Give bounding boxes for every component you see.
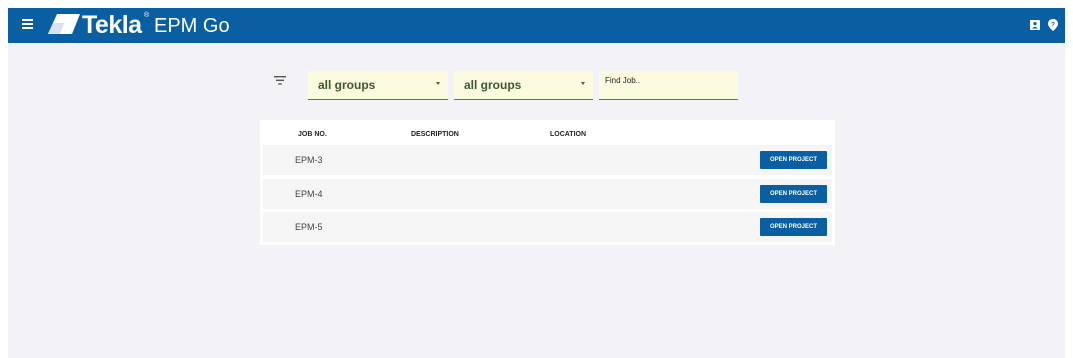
group-select-1[interactable]: all groups <box>308 71 448 100</box>
open-project-button[interactable]: OPEN PROJECT <box>760 151 827 169</box>
table-row: EPM-5 OPEN PROJECT <box>263 212 832 242</box>
group-select-2-value: all groups <box>464 78 522 92</box>
group-select-1-value: all groups <box>318 78 376 92</box>
top-app-bar: Tekla ® EPM Go ? <box>8 8 1065 43</box>
brand-name: Tekla <box>82 11 142 39</box>
job-number: EPM-3 <box>295 155 323 165</box>
chevron-down-icon <box>581 82 585 85</box>
column-header-location: LOCATION <box>550 131 587 138</box>
job-number: EPM-4 <box>295 189 323 199</box>
help-icon[interactable]: ? <box>1048 19 1058 31</box>
table-row: EPM-3 OPEN PROJECT <box>263 145 832 175</box>
job-number: EPM-5 <box>295 222 323 232</box>
find-job-input[interactable] <box>599 71 738 100</box>
column-header-description: DESCRIPTION <box>411 131 459 138</box>
column-header-job-no: JOB NO. <box>298 131 327 138</box>
open-project-button[interactable]: OPEN PROJECT <box>760 218 827 236</box>
group-select-2[interactable]: all groups <box>454 71 593 100</box>
open-project-button[interactable]: OPEN PROJECT <box>760 185 827 203</box>
table-row: EPM-4 OPEN PROJECT <box>263 179 832 209</box>
registered-mark: ® <box>144 12 150 19</box>
product-name: EPM Go <box>154 15 230 37</box>
svg-text:?: ? <box>1051 21 1055 28</box>
jobs-table: JOB NO. DESCRIPTION LOCATION EPM-3 OPEN … <box>260 120 835 245</box>
menu-icon[interactable] <box>22 19 33 31</box>
contact-card-icon[interactable] <box>1030 20 1040 30</box>
filter-icon[interactable] <box>274 76 286 85</box>
tekla-logo-icon <box>48 14 80 34</box>
app-frame: Tekla ® EPM Go ? all groups all groups J… <box>8 8 1065 358</box>
chevron-down-icon <box>436 82 440 85</box>
